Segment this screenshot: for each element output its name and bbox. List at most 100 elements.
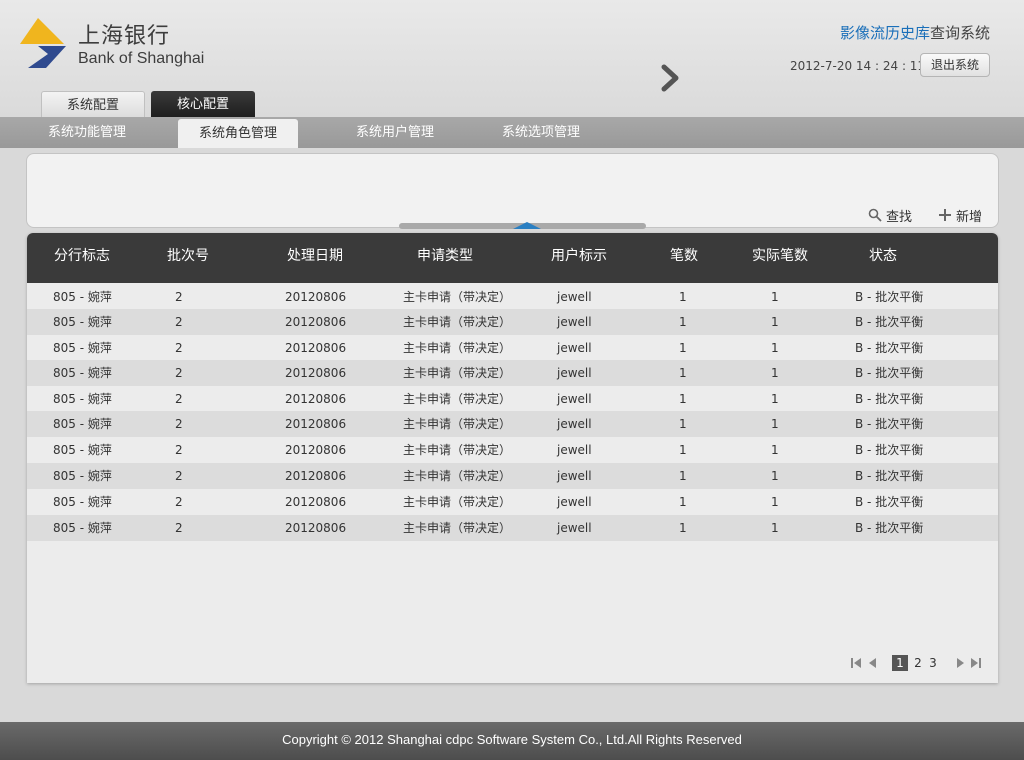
cell-user: jewell (557, 341, 592, 355)
cell-actual-count: 1 (771, 495, 779, 509)
last-page-icon[interactable] (969, 656, 983, 670)
search-panel (26, 153, 999, 228)
cell-actual-count: 1 (771, 417, 779, 431)
cell-date: 20120806 (285, 521, 347, 535)
table-row[interactable]: 805 - 婉萍 2 20120806 主卡申请（带决定） jewell 1 1 B - 批次… (27, 386, 998, 412)
cell-branch: 805 - 婉萍 (53, 290, 112, 304)
cell-status: B - 批次平衡 (855, 443, 924, 457)
search-button[interactable]: 查找 (868, 205, 912, 225)
cell-user: jewell (557, 495, 592, 509)
cell-batch: 2 (175, 392, 183, 406)
cell-branch: 805 - 婉萍 (53, 521, 112, 535)
page-number[interactable]: 2 (910, 655, 926, 671)
table-row[interactable]: 805 - 婉萍 2 20120806 主卡申请（带决定） jewell 1 1 B - 批次… (27, 309, 998, 335)
table-row[interactable]: 805 - 婉萍 2 20120806 主卡申请（带决定） jewell 1 1 B - 批次… (27, 335, 998, 361)
bank-logo-icon (20, 18, 66, 68)
table-row[interactable]: 805 - 婉萍 2 20120806 主卡申请（带决定） jewell 1 1 B - 批次… (27, 360, 998, 386)
cell-actual-count: 1 (771, 341, 779, 355)
cell-user: jewell (557, 392, 592, 406)
cell-actual-count: 1 (771, 366, 779, 380)
cell-user: jewell (557, 315, 592, 329)
cell-count: 1 (679, 469, 687, 483)
cell-branch: 805 - 婉萍 (53, 341, 112, 355)
table-row[interactable]: 805 - 婉萍 2 20120806 主卡申请（带决定） jewell 1 1 B - 批次… (27, 515, 998, 541)
page-number[interactable]: 3 (925, 655, 941, 671)
subnav-role-management[interactable]: 系统角色管理 (178, 119, 298, 148)
first-page-icon[interactable] (849, 656, 863, 670)
cell-date: 20120806 (285, 341, 347, 355)
cell-date: 20120806 (285, 366, 347, 380)
table-row[interactable]: 805 - 婉萍 2 20120806 主卡申请（带决定） jewell 1 1 B - 批次… (27, 437, 998, 463)
add-button[interactable]: 新增 (938, 205, 982, 225)
table-row[interactable]: 805 - 婉萍 2 20120806 主卡申请（带决定） jewell 1 1 B - 批次… (27, 463, 998, 489)
cell-branch: 805 - 婉萍 (53, 392, 112, 406)
tab-core-config[interactable]: 核心配置 (151, 91, 255, 118)
cell-status: B - 批次平衡 (855, 417, 924, 431)
cell-actual-count: 1 (771, 469, 779, 483)
chevron-right-icon[interactable] (660, 64, 680, 92)
plus-icon (939, 209, 951, 221)
cell-actual-count: 1 (771, 521, 779, 535)
cell-count: 1 (679, 443, 687, 457)
cell-branch: 805 - 婉萍 (53, 443, 112, 457)
cell-count: 1 (679, 392, 687, 406)
collapse-arrow-icon[interactable] (513, 222, 541, 229)
cell-status: B - 批次平衡 (855, 366, 924, 380)
cell-type: 主卡申请（带决定） (403, 521, 512, 535)
col-header-date: 处理日期 (287, 248, 343, 264)
cell-branch: 805 - 婉萍 (53, 417, 112, 431)
system-title-highlight: 影像流历史库 (839, 24, 930, 42)
table-header: 分行标志 批次号 处理日期 申请类型 用户标示 笔数 实际笔数 状态 (27, 233, 998, 283)
system-title: 影像流历史库查询系统 (840, 22, 990, 43)
subnav-user-management[interactable]: 系统用户管理 (342, 117, 448, 148)
table-row[interactable]: 805 - 婉萍 2 20120806 主卡申请（带决定） jewell 1 1 B - 批次… (27, 489, 998, 515)
cell-count: 1 (679, 341, 687, 355)
cell-status: B - 批次平衡 (855, 341, 924, 355)
cell-type: 主卡申请（带决定） (403, 290, 512, 304)
search-label: 查找 (886, 209, 913, 225)
sub-navigation: 系统功能管理 系统角色管理 系统用户管理 系统选项管理 (0, 117, 1024, 148)
subnav-function-management[interactable]: 系统功能管理 (34, 117, 140, 148)
cell-type: 主卡申请（带决定） (403, 469, 512, 483)
cell-user: jewell (557, 469, 592, 483)
cell-batch: 2 (175, 315, 183, 329)
search-icon (868, 208, 882, 222)
col-header-status: 状态 (869, 248, 897, 264)
cell-count: 1 (679, 290, 687, 304)
cell-type: 主卡申请（带决定） (403, 392, 512, 406)
col-header-count: 笔数 (670, 248, 698, 264)
cell-actual-count: 1 (771, 290, 779, 304)
table-row[interactable]: 805 - 婉萍 2 20120806 主卡申请（带决定） jewell 1 1 B - 批次… (27, 284, 998, 310)
cell-count: 1 (679, 521, 687, 535)
footer-copyright: Copyright © 2012 Shanghai cdpc Software … (0, 722, 1024, 760)
cell-batch: 2 (175, 443, 183, 457)
page-number[interactable]: 1 (892, 655, 908, 671)
cell-user: jewell (557, 443, 592, 457)
cell-status: B - 批次平衡 (855, 315, 924, 329)
cell-actual-count: 1 (771, 315, 779, 329)
cell-status: B - 批次平衡 (855, 495, 924, 509)
cell-count: 1 (679, 495, 687, 509)
cell-batch: 2 (175, 469, 183, 483)
cell-user: jewell (557, 521, 592, 535)
cell-status: B - 批次平衡 (855, 521, 924, 535)
cell-branch: 805 - 婉萍 (53, 495, 112, 509)
cell-batch: 2 (175, 341, 183, 355)
cell-type: 主卡申请（带决定） (403, 366, 512, 380)
cell-branch: 805 - 婉萍 (53, 366, 112, 380)
logout-button[interactable]: 退出系统 (920, 53, 990, 77)
cell-user: jewell (557, 366, 592, 380)
cell-status: B - 批次平衡 (855, 392, 924, 406)
col-header-branch: 分行标志 (54, 248, 110, 264)
bank-name-cn: 上海银行 (78, 24, 171, 49)
cell-status: B - 批次平衡 (855, 469, 924, 483)
prev-page-icon[interactable] (866, 656, 880, 670)
tab-system-config[interactable]: 系统配置 (41, 91, 145, 118)
table-row[interactable]: 805 - 婉萍 2 20120806 主卡申请（带决定） jewell 1 1 B - 批次… (27, 411, 998, 437)
next-page-icon[interactable] (953, 656, 967, 670)
cell-batch: 2 (175, 521, 183, 535)
cell-type: 主卡申请（带决定） (403, 495, 512, 509)
bank-name-en: Bank of Shanghai (78, 50, 205, 67)
cell-user: jewell (557, 417, 592, 431)
subnav-option-management[interactable]: 系统选项管理 (488, 117, 594, 148)
